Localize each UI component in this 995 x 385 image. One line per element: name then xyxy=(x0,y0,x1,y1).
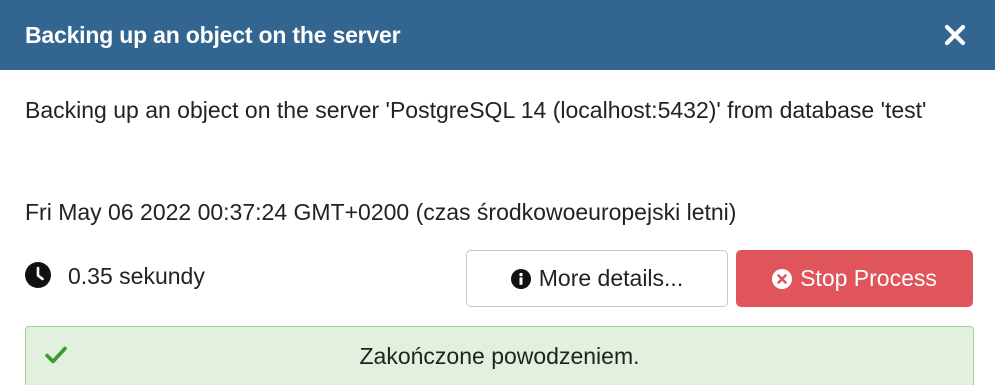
close-button[interactable] xyxy=(941,21,969,49)
stop-process-button[interactable]: Stop Process xyxy=(736,250,973,307)
checkmark-icon xyxy=(45,346,67,364)
process-start-time: Fri May 06 2022 00:37:24 GMT+0200 (czas … xyxy=(25,199,737,225)
close-icon xyxy=(944,24,966,46)
more-details-label: More details... xyxy=(538,265,684,291)
clock-icon xyxy=(25,262,51,288)
info-circle-icon xyxy=(510,268,531,289)
dialog-header: Backing up an object on the server xyxy=(0,0,995,70)
process-duration: 0.35 sekundy xyxy=(68,263,205,289)
times-circle-icon xyxy=(772,268,793,289)
more-details-button[interactable]: More details... xyxy=(466,250,728,307)
dialog-title: Backing up an object on the server xyxy=(25,21,401,48)
stop-process-label: Stop Process xyxy=(800,265,937,291)
process-description: Backing up an object on the server 'Post… xyxy=(25,97,927,123)
status-message: Zakończone powodzeniem. xyxy=(359,342,640,369)
status-banner: Zakończone powodzeniem. xyxy=(25,326,974,385)
